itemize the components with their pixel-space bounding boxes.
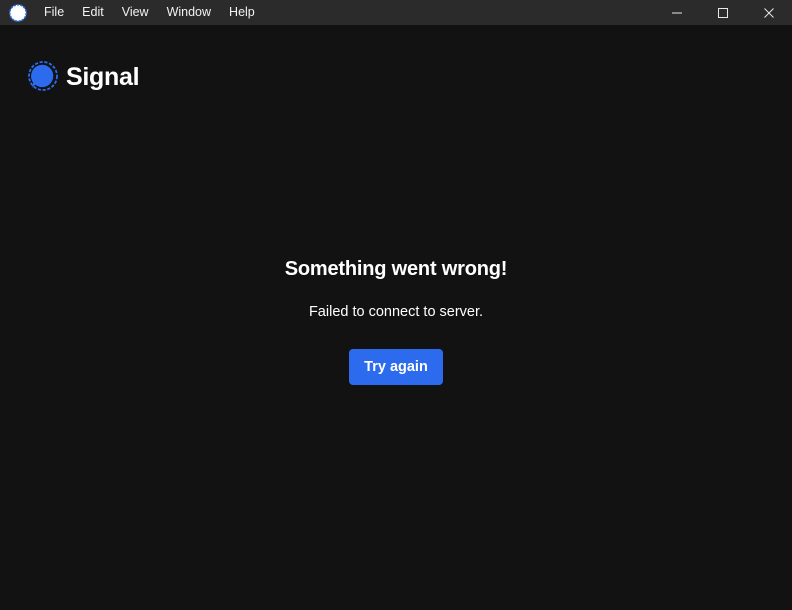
minimize-icon xyxy=(672,12,682,13)
signal-bubble-icon xyxy=(7,2,29,24)
app-window: File Edit View Window Help Signal Someth… xyxy=(0,0,792,610)
menu-help[interactable]: Help xyxy=(220,0,264,25)
minimize-button[interactable] xyxy=(654,0,700,25)
menu-bar: File Edit View Window Help xyxy=(35,0,264,25)
error-panel: Something went wrong! Failed to connect … xyxy=(0,254,792,385)
menu-window[interactable]: Window xyxy=(158,0,220,25)
menu-view[interactable]: View xyxy=(113,0,158,25)
maximize-icon xyxy=(718,7,728,18)
try-again-button[interactable]: Try again xyxy=(349,349,443,385)
window-controls xyxy=(654,0,792,25)
error-message: Failed to connect to server. xyxy=(308,304,484,320)
menu-edit[interactable]: Edit xyxy=(73,0,113,25)
signal-logo-icon xyxy=(28,61,58,91)
brand-header: Signal xyxy=(26,60,140,94)
close-icon xyxy=(764,7,774,18)
error-title: Something went wrong! xyxy=(284,258,508,280)
close-button[interactable] xyxy=(746,0,792,25)
brand-name: Signal xyxy=(66,62,140,91)
title-bar: File Edit View Window Help xyxy=(0,0,792,25)
menu-file[interactable]: File xyxy=(35,0,73,25)
maximize-button[interactable] xyxy=(700,0,746,25)
